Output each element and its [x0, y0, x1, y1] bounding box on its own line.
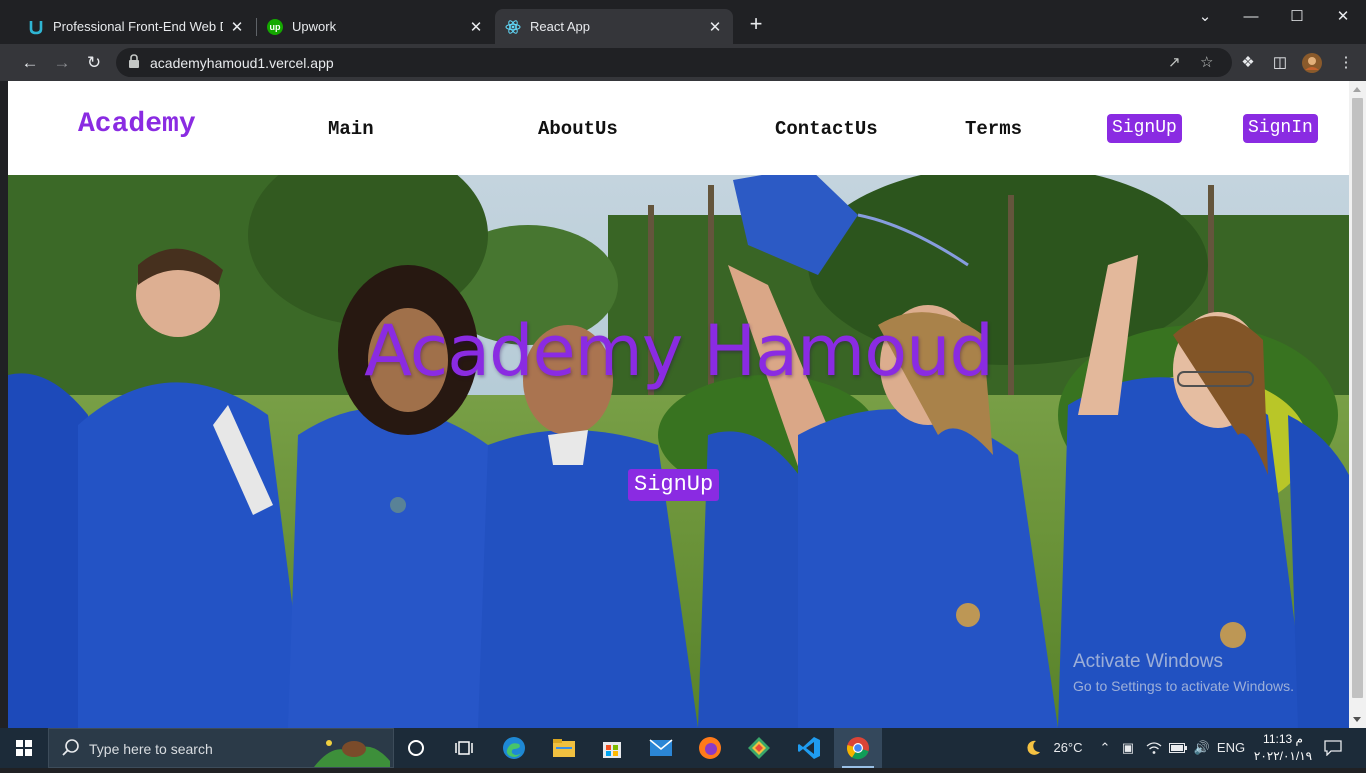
tab-title: React App [530, 19, 590, 34]
nav-main[interactable]: Main [328, 118, 374, 140]
scroll-down-icon[interactable] [1353, 717, 1361, 722]
search-placeholder: Type here to search [89, 741, 213, 757]
signup-button[interactable]: SignUp [1107, 114, 1182, 143]
address-bar[interactable]: academyhamoud1.vercel.app ↗ ☆ [116, 48, 1232, 77]
volume-icon[interactable]: 🔊 [1190, 728, 1214, 768]
search-icon [61, 738, 81, 758]
close-tab-icon[interactable]: ✕ [707, 18, 723, 36]
notification-center-icon[interactable] [1318, 728, 1348, 768]
file-explorer-icon[interactable] [540, 728, 588, 768]
git-kraken-icon[interactable] [735, 728, 783, 768]
watermark-title: Activate Windows [1073, 651, 1223, 672]
hero-signup-button[interactable]: SignUp [628, 469, 720, 501]
tab-title: Professional Front-End Web Devel [53, 19, 223, 34]
nav-terms[interactable]: Terms [965, 118, 1022, 140]
watermark-subtitle: Go to Settings to activate Windows. [1073, 678, 1294, 694]
mail-icon[interactable] [637, 728, 685, 768]
wifi-icon[interactable] [1142, 728, 1166, 768]
nav-about-us[interactable]: AboutUs [538, 118, 618, 140]
maximize-button[interactable]: ☐ [1274, 4, 1320, 30]
activate-windows-watermark: Activate Windows Go to Settings to activ… [1073, 651, 1294, 694]
system-clock[interactable]: 11:13 م ٢٠٢٢/٠١/١٩ [1248, 731, 1318, 765]
chrome-icon[interactable] [834, 728, 882, 768]
windows-taskbar: Type here to search 26°C ⌃ ▣ 🔊 ENG 11:13… [0, 728, 1366, 768]
bookmark-star-icon[interactable]: ☆ [1200, 53, 1213, 71]
tab-search-icon[interactable]: ⌄ [1182, 4, 1228, 30]
clock-date: ٢٠٢٢/٠١/١٩ [1253, 749, 1313, 763]
cortana-icon[interactable] [392, 728, 440, 768]
brand-logo[interactable]: Academy [78, 109, 196, 140]
battery-icon[interactable] [1166, 728, 1190, 768]
chevron-up-icon[interactable]: ⌃ [1095, 728, 1115, 768]
browser-toolbar: ← → ↻ academyhamoud1.vercel.app ↗ ☆ ❖ ◫ … [0, 44, 1366, 81]
graduation-photo [8, 175, 1349, 728]
close-window-button[interactable]: ✕ [1320, 4, 1366, 30]
scrollbar-thumb[interactable] [1352, 98, 1363, 698]
vscode-icon[interactable] [785, 728, 833, 768]
profile-avatar[interactable] [1301, 52, 1323, 74]
language-indicator[interactable]: ENG [1216, 728, 1246, 768]
close-tab-icon[interactable]: ✕ [468, 18, 484, 36]
scroll-up-icon[interactable] [1353, 87, 1361, 92]
hero-section: Academy Hamoud SignUp Activate Windows G… [8, 175, 1349, 728]
minimize-button[interactable]: — [1228, 4, 1274, 30]
url-text: academyhamoud1.vercel.app [150, 55, 334, 71]
reload-icon[interactable]: ↻ [81, 50, 107, 76]
microsoft-store-icon[interactable] [588, 728, 636, 768]
weather-temperature[interactable]: 26°C [1046, 728, 1090, 768]
site-navbar: Academy Main AboutUs ContactUs Terms Sig… [8, 81, 1349, 175]
side-panel-icon[interactable]: ◫ [1269, 52, 1291, 74]
lock-icon [128, 54, 142, 70]
u-logo-icon [28, 19, 44, 35]
page-viewport: Academy Main AboutUs ContactUs Terms Sig… [8, 81, 1349, 728]
react-icon [505, 19, 521, 35]
task-view-icon[interactable] [440, 728, 488, 768]
forward-arrow-icon[interactable]: → [49, 50, 75, 76]
tab-professional-frontend[interactable]: Professional Front-End Web Devel ✕ [18, 9, 255, 44]
nav-contact-us[interactable]: ContactUs [775, 118, 878, 140]
signin-button[interactable]: SignIn [1243, 114, 1318, 143]
firefox-icon[interactable] [686, 728, 734, 768]
edge-icon[interactable] [490, 728, 538, 768]
hero-title: Academy Hamoud [364, 310, 994, 392]
extensions-puzzle-icon[interactable]: ❖ [1237, 52, 1259, 74]
new-tab-button[interactable]: + [745, 13, 767, 36]
tab-title: Upwork [292, 19, 337, 34]
search-highlight-icon [314, 731, 390, 772]
close-tab-icon[interactable]: ✕ [229, 18, 245, 36]
menu-dots-icon[interactable]: ⋮ [1335, 52, 1357, 74]
moon-weather-icon[interactable] [1020, 728, 1046, 768]
share-icon[interactable]: ↗ [1168, 53, 1181, 71]
taskbar-search-input[interactable]: Type here to search [48, 728, 394, 768]
clock-time: 11:13 م [1263, 732, 1303, 746]
vertical-scrollbar[interactable] [1349, 81, 1366, 728]
upwork-icon: up [267, 18, 283, 35]
tab-upwork[interactable]: up Upwork ✕ [257, 9, 494, 44]
tab-react-app[interactable]: React App ✕ [495, 9, 733, 44]
browser-tabstrip: Professional Front-End Web Devel ✕ up Up… [0, 0, 1366, 44]
security-tray-icon[interactable]: ▣ [1117, 728, 1139, 768]
back-arrow-icon[interactable]: ← [17, 50, 43, 76]
windows-start-icon[interactable] [0, 728, 48, 768]
